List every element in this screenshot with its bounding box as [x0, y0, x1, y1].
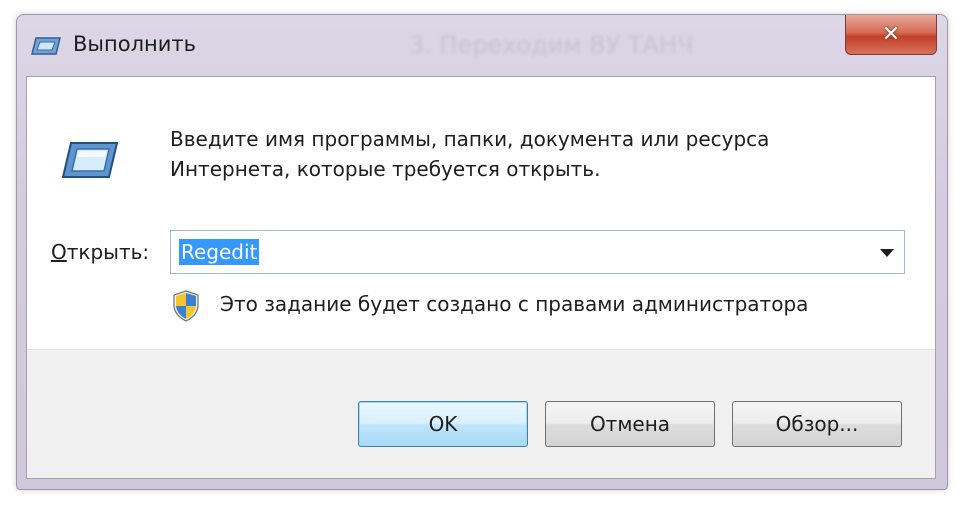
description-text: Введите имя программы, папки, документа …	[170, 124, 769, 184]
run-dialog-window: 3. Переходим ВУ ТАНЧ Выполнить ✕ Введите…	[16, 14, 948, 490]
title-bar[interactable]: 3. Переходим ВУ ТАНЧ Выполнить ✕	[17, 15, 947, 77]
chevron-down-icon[interactable]	[880, 249, 894, 257]
open-label: Открыть:	[51, 240, 149, 264]
description-line-2: Интернета, которые требуется открыть.	[170, 157, 601, 181]
open-input-value[interactable]: Regedit	[179, 239, 260, 265]
run-icon	[61, 142, 119, 178]
open-combobox[interactable]: Regedit	[170, 230, 905, 274]
open-label-text: ткрыть:	[66, 240, 150, 264]
window-title: Выполнить	[73, 32, 196, 56]
background-window-title: 3. Переходим ВУ ТАНЧ	[409, 31, 694, 59]
admin-notice: Это задание будет создано с правами адми…	[220, 292, 809, 316]
uac-shield-icon	[173, 290, 199, 322]
cancel-button[interactable]: Отмена	[545, 401, 715, 447]
browse-button[interactable]: Обзор...	[732, 401, 902, 447]
open-label-accelerator: О	[51, 240, 67, 264]
close-button[interactable]: ✕	[845, 15, 937, 55]
close-icon: ✕	[881, 22, 901, 47]
description-line-1: Введите имя программы, папки, документа …	[170, 127, 770, 151]
dialog-body: Введите имя программы, папки, документа …	[26, 76, 936, 479]
ok-button[interactable]: OK	[358, 401, 528, 447]
run-icon	[31, 37, 61, 55]
